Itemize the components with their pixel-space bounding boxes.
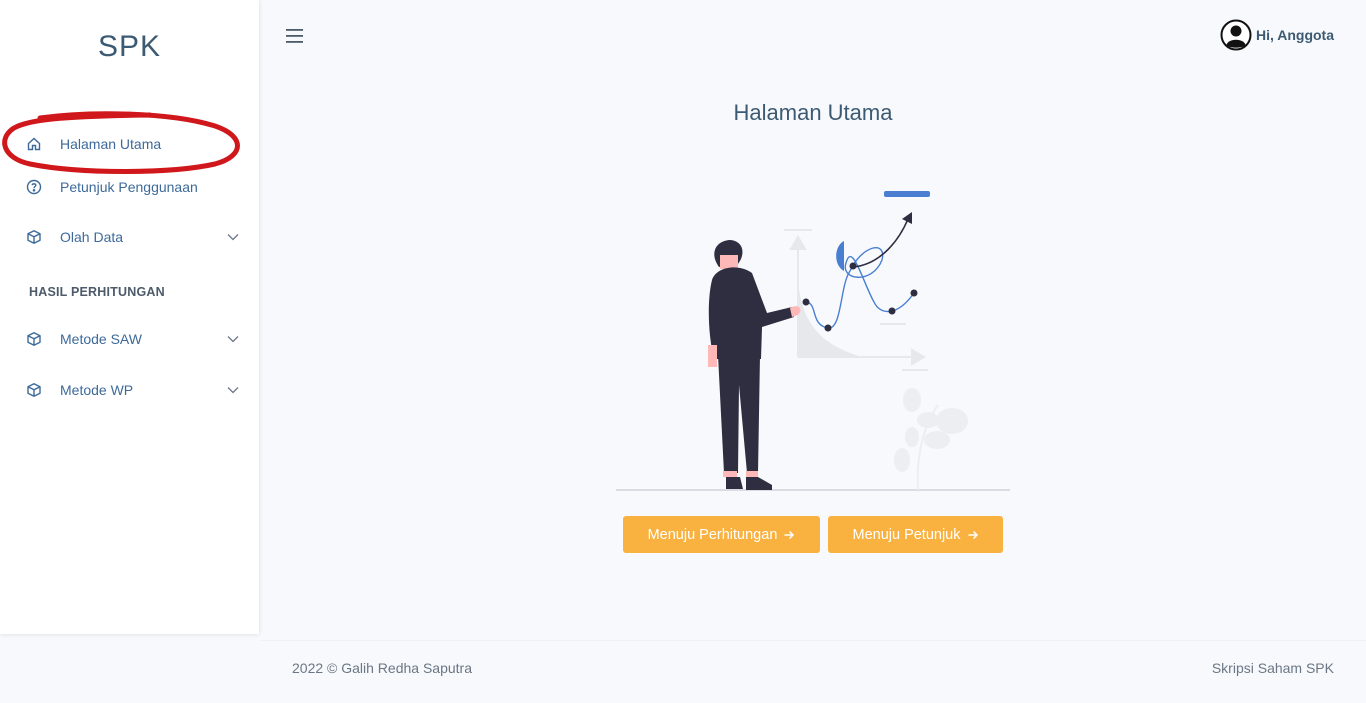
- arrow-right-icon: [784, 530, 795, 539]
- footer-app-name: Skripsi Saham SPK: [1211, 660, 1334, 676]
- chevron-down-icon[interactable]: [226, 383, 240, 397]
- sidebar-item-olah-data[interactable]: Olah Data: [0, 217, 259, 257]
- analytics-illustration: [616, 191, 1010, 491]
- user-avatar-icon: [1220, 19, 1252, 51]
- sidebar-item-metode-wp[interactable]: Metode WP: [0, 370, 259, 410]
- button-label: Menuju Petunjuk: [852, 526, 961, 543]
- cube-icon: [25, 330, 43, 348]
- chevron-down-icon[interactable]: [226, 332, 240, 346]
- page-title: Halaman Utama: [733, 100, 893, 125]
- sidebar: SPK Halaman Utama Petunjuk Penggunaan Ol…: [0, 0, 259, 634]
- user-greeting: Hi, Anggota: [1255, 27, 1334, 43]
- footer: 2022 © Galih Redha Saputra Skripsi Saham…: [260, 640, 1366, 703]
- sidebar-item-label: Olah Data: [60, 229, 124, 245]
- sidebar-item-label: Metode SAW: [60, 331, 142, 347]
- user-menu[interactable]: Hi, Anggota: [1220, 19, 1334, 51]
- home-icon: [25, 135, 43, 153]
- chevron-down-icon[interactable]: [226, 230, 240, 244]
- sidebar-item-petunjuk-penggunaan[interactable]: Petunjuk Penggunaan: [0, 167, 259, 207]
- sidebar-item-metode-saw[interactable]: Metode SAW: [0, 319, 259, 359]
- go-to-guide-button[interactable]: Menuju Petunjuk: [828, 516, 1003, 553]
- question-circle-icon: [25, 178, 43, 196]
- button-label: Menuju Perhitungan: [647, 526, 778, 543]
- footer-copyright: 2022 © Galih Redha Saputra: [292, 660, 472, 676]
- hamburger-menu-icon: [286, 29, 303, 43]
- sidebar-item-label: Metode WP: [60, 382, 134, 398]
- sidebar-section-title: HASIL PERHITUNGAN: [29, 285, 165, 299]
- plant-illustration: [894, 388, 968, 491]
- sidebar-item-label: Halaman Utama: [60, 136, 162, 152]
- sidebar-toggle-button[interactable]: [284, 26, 306, 46]
- arrow-right-icon: [968, 530, 978, 539]
- sidebar-item-halaman-utama[interactable]: Halaman Utama: [0, 124, 259, 164]
- go-to-calculation-button[interactable]: Menuju Perhitungan: [623, 516, 820, 553]
- cube-icon: [25, 381, 43, 399]
- sidebar-item-label: Petunjuk Penggunaan: [60, 179, 198, 195]
- person-illustration: [708, 240, 801, 490]
- brand-title[interactable]: SPK: [0, 30, 259, 64]
- cube-icon: [25, 228, 43, 246]
